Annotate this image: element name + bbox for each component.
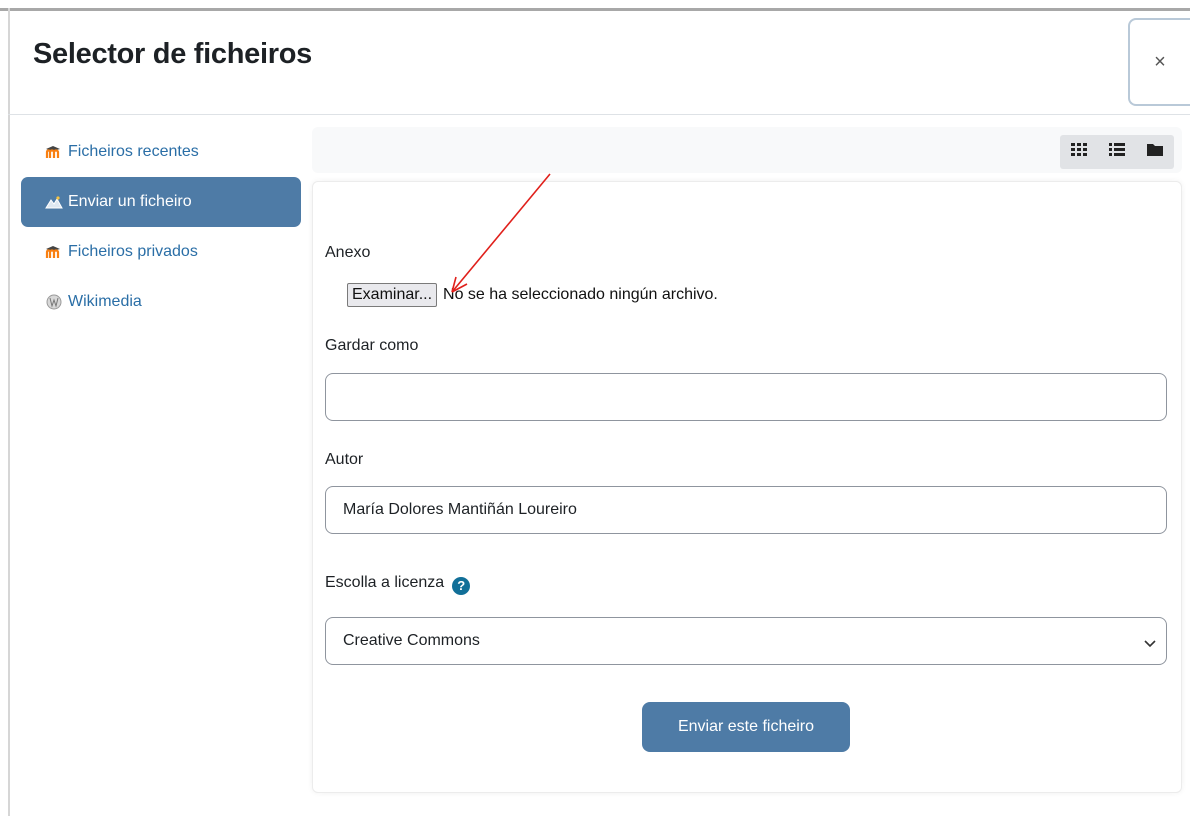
sidebar-item-recent-files[interactable]: Ficheiros recentes	[21, 127, 301, 177]
view-switcher	[1060, 135, 1174, 169]
browse-button[interactable]: Examinar...	[347, 283, 438, 307]
header-divider	[8, 114, 1190, 115]
help-icon[interactable]: ?	[452, 576, 471, 595]
moodle-icon	[44, 143, 64, 161]
file-input: Examinar... No se ha seleccionado ningún…	[347, 283, 718, 307]
submit-upload-button[interactable]: Enviar este ficheiro	[642, 702, 850, 752]
view-toolbar	[312, 127, 1182, 173]
grid-view-button[interactable]	[1060, 135, 1098, 169]
list-view-icon	[1109, 142, 1125, 162]
author-label: Autor	[325, 451, 364, 468]
folder-view-button[interactable]	[1136, 135, 1174, 169]
license-select-value: Creative Commons	[343, 632, 480, 649]
license-label: Escolla a licenza	[325, 574, 445, 591]
moodle-icon	[44, 243, 64, 261]
save-as-input[interactable]	[325, 373, 1167, 421]
window-top-border	[0, 8, 1190, 11]
grid-view-icon	[1071, 142, 1087, 162]
attachment-label: Anexo	[325, 244, 371, 261]
license-label-row: Escolla a licenza?	[325, 574, 471, 595]
wikimedia-icon	[44, 293, 64, 311]
repository-sidebar: Ficheiros recentes Enviar un ficheiro Fi…	[21, 127, 301, 327]
license-select[interactable]: Creative Commons	[325, 617, 1167, 665]
sidebar-item-label: Ficheiros recentes	[68, 143, 199, 160]
sidebar-item-label: Wikimedia	[68, 293, 142, 310]
sidebar-item-wikimedia[interactable]: Wikimedia	[21, 277, 301, 327]
dialog-title: Selector de ficheiros	[33, 38, 312, 70]
file-status-text: No se ha seleccionado ningún archivo.	[443, 286, 718, 303]
close-icon: ×	[1154, 50, 1166, 73]
sidebar-item-upload-file[interactable]: Enviar un ficheiro	[21, 177, 301, 227]
upload-icon	[44, 193, 64, 211]
folder-view-icon	[1147, 143, 1163, 162]
window-left-border	[8, 8, 10, 816]
sidebar-item-label: Enviar un ficheiro	[68, 193, 192, 210]
list-view-button[interactable]	[1098, 135, 1136, 169]
close-button[interactable]: ×	[1128, 18, 1190, 106]
author-input[interactable]: María Dolores Mantiñán Loureiro	[325, 486, 1167, 534]
sidebar-item-label: Ficheiros privados	[68, 243, 198, 260]
save-as-label: Gardar como	[325, 337, 419, 354]
sidebar-item-private-files[interactable]: Ficheiros privados	[21, 227, 301, 277]
chevron-down-icon	[1144, 635, 1156, 653]
